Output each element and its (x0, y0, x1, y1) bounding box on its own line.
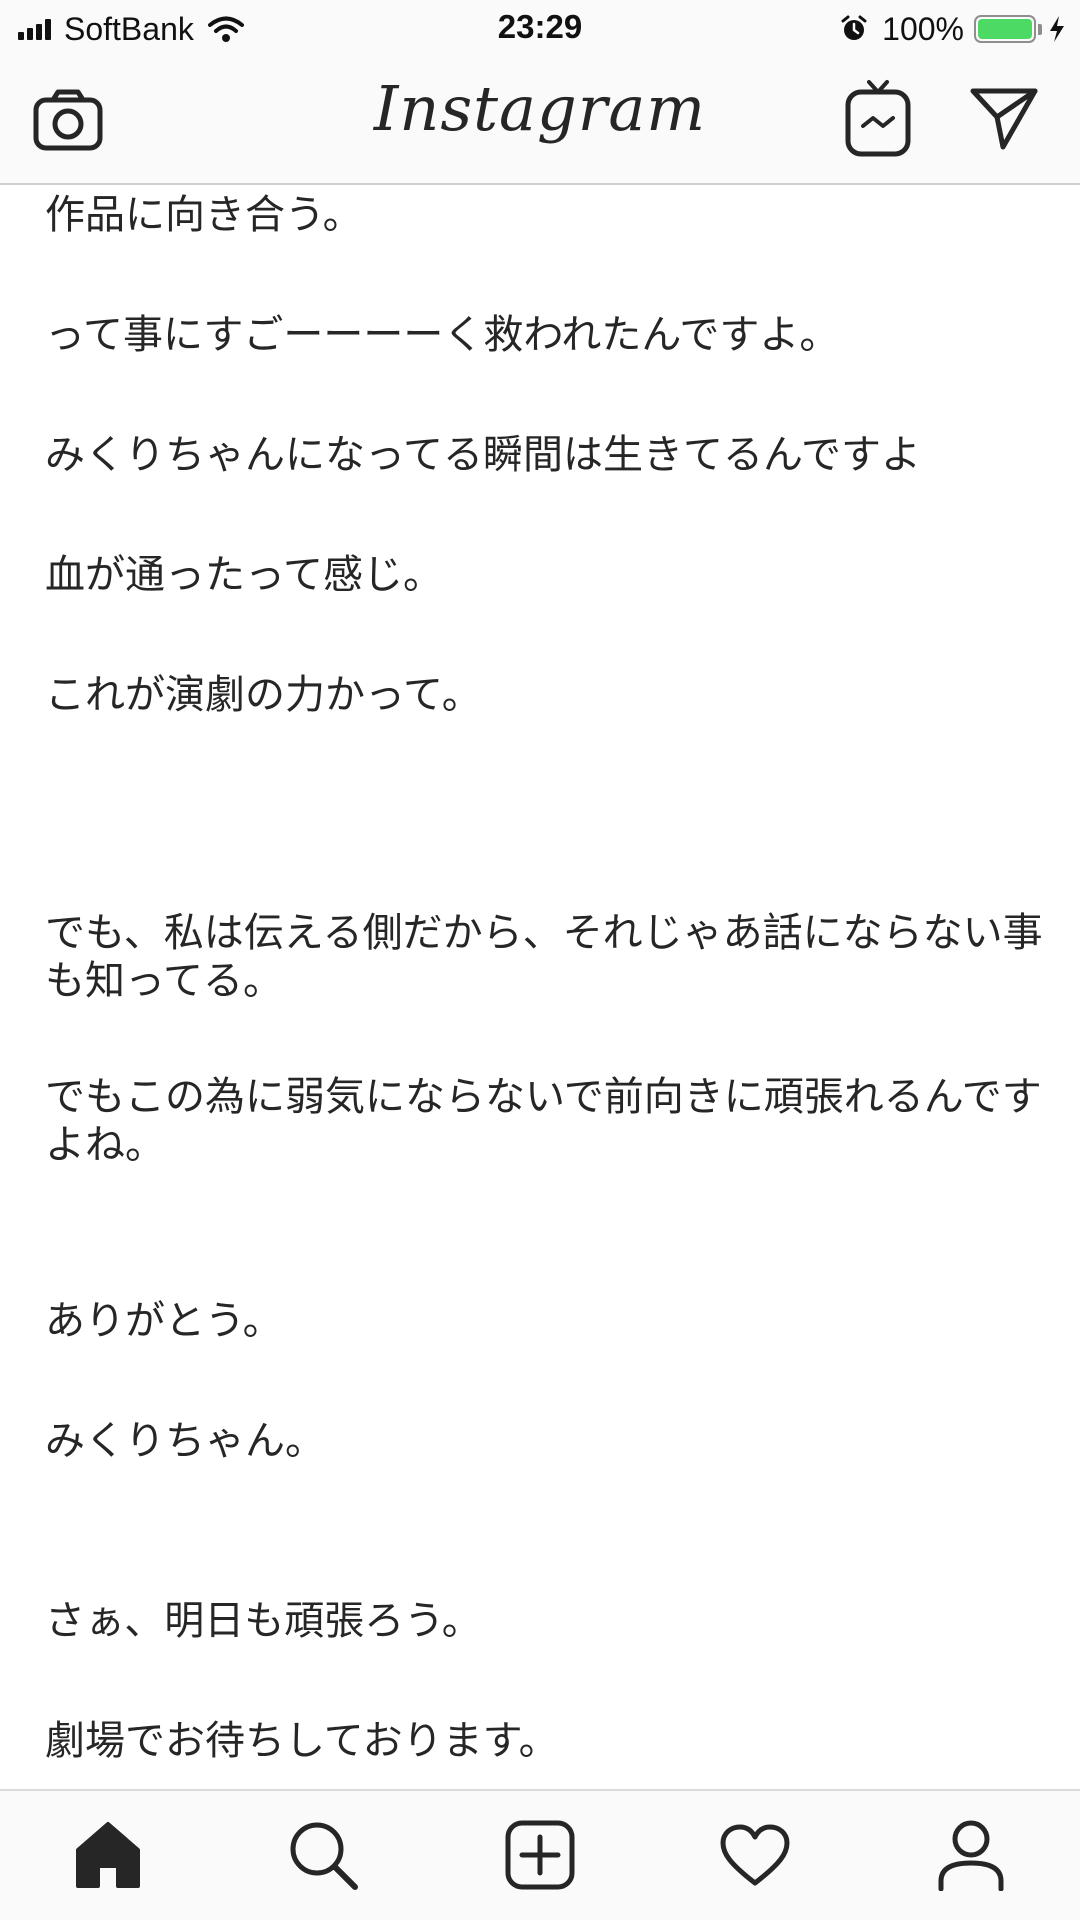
igtv-button[interactable] (842, 76, 914, 160)
app-header: Instagram (0, 58, 1080, 185)
direct-message-icon (970, 88, 1038, 150)
nav-new-post[interactable] (500, 1815, 580, 1895)
status-bar: SoftBank 23:29 100% (0, 0, 1080, 58)
caption-line: みくりちゃんになってる瞬間は生きてるんですよ (45, 432, 921, 478)
caption-line: ありがとう。 (45, 1298, 283, 1344)
caption-line: 作品に向き合う。 (45, 192, 363, 238)
caption-line: 劇場でお待ちしております。 (45, 1718, 559, 1764)
igtv-icon (845, 80, 911, 157)
nav-home[interactable] (68, 1815, 148, 1895)
activity-heart-icon (720, 1824, 790, 1886)
caption-line: さぁ、明日も頑張ろう。 (45, 1598, 482, 1644)
battery-tip (1038, 23, 1042, 35)
caption-line: でもこの為に弱気にならないで前向きに頑張れるんですよね。 (45, 1074, 1042, 1168)
nav-search[interactable] (283, 1815, 363, 1895)
battery-percent: 100% (882, 10, 964, 47)
nav-activity[interactable] (715, 1815, 795, 1895)
direct-message-button[interactable] (966, 80, 1042, 156)
bottom-nav (0, 1789, 1080, 1920)
post-caption: 作品に向き合う。 って事にすごーーーーく救われたんですよ。 みくりちゃんになって… (0, 185, 1080, 1789)
search-icon (290, 1822, 358, 1890)
status-right: 100% (840, 8, 1066, 50)
caption-line: でも、私は伝える側だから、それじゃあ話にならない事も知ってる。 (45, 910, 1043, 1004)
profile-icon (938, 1820, 1004, 1891)
battery-level (978, 19, 1032, 39)
nav-profile[interactable] (931, 1815, 1011, 1895)
add-post-icon (505, 1820, 575, 1890)
alarm-icon (841, 15, 867, 40)
caption-line: って事にすごーーーーく救われたんですよ。 (45, 312, 840, 358)
home-icon (76, 1822, 140, 1888)
caption-line: みくりちゃん。 (45, 1418, 325, 1464)
charging-icon (1050, 16, 1064, 42)
battery-icon (974, 15, 1036, 43)
instagram-logo: Instagram (373, 72, 707, 145)
caption-line: これが演劇の力かって。 (45, 672, 482, 718)
caption-line: 血が通ったって感じ。 (45, 552, 443, 598)
